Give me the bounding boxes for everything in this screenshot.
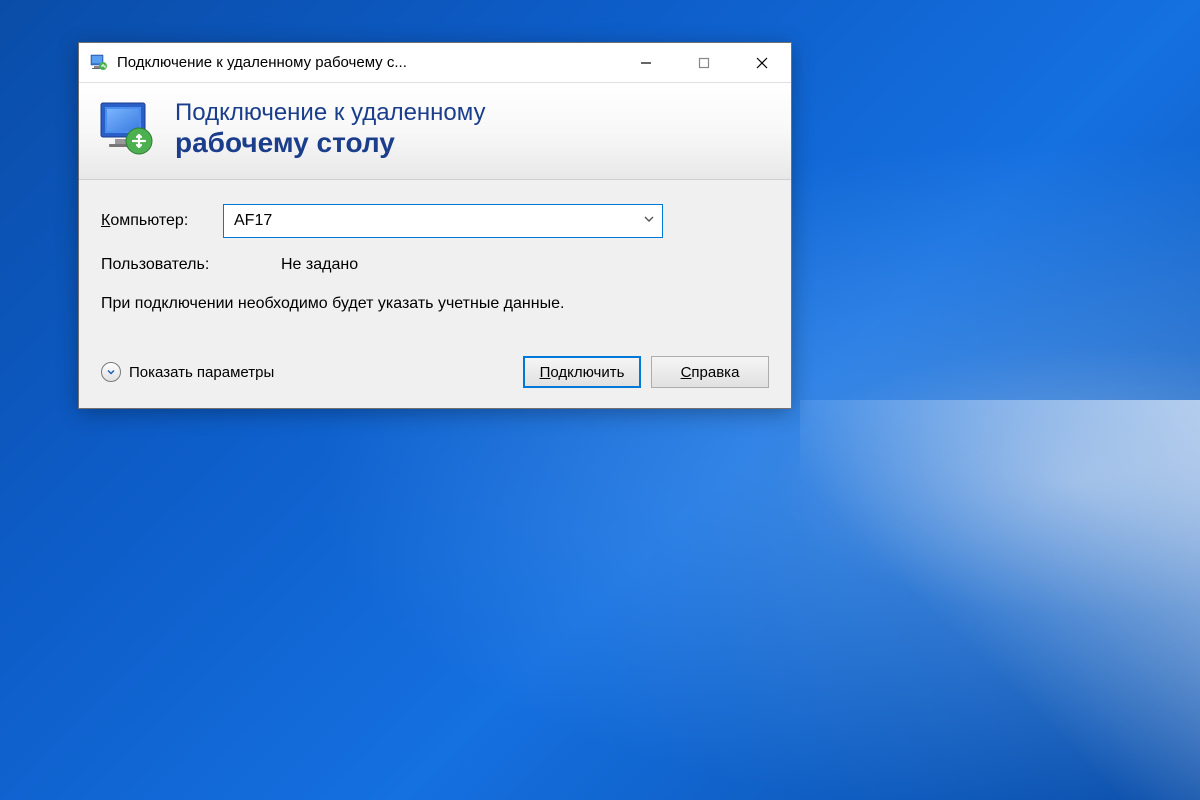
- user-label: Пользователь:: [101, 256, 281, 274]
- computer-input[interactable]: [223, 204, 663, 238]
- show-options-toggle[interactable]: Показать параметры: [101, 362, 274, 382]
- minimize-button[interactable]: [617, 43, 675, 82]
- window-title: Подключение к удаленному рабочему с...: [117, 54, 617, 71]
- app-icon: [89, 53, 109, 73]
- desktop-background-light2: [800, 400, 1200, 800]
- computer-label: Компьютер:: [101, 212, 211, 230]
- connect-button[interactable]: Подключить: [523, 356, 641, 388]
- user-value: Не задано: [281, 256, 358, 274]
- header-text: Подключение к удаленному рабочему столу: [175, 99, 486, 159]
- header-title-line1: Подключение к удаленному: [175, 99, 486, 127]
- computer-row: Компьютер:: [101, 204, 769, 238]
- show-options-label: Показать параметры: [129, 364, 274, 381]
- credentials-info-text: При подключении необходимо будет указать…: [101, 292, 769, 316]
- footer-section: Показать параметры Подключить Справка: [79, 356, 791, 408]
- window-controls: [617, 43, 791, 82]
- footer-buttons: Подключить Справка: [523, 356, 769, 388]
- help-button[interactable]: Справка: [651, 356, 769, 388]
- body-section: Компьютер: Пользователь: Не задано При п…: [79, 180, 791, 356]
- header-title-line2: рабочему столу: [175, 127, 486, 159]
- maximize-button[interactable]: [675, 43, 733, 82]
- header-section: Подключение к удаленному рабочему столу: [79, 83, 791, 180]
- rdp-window: Подключение к удаленному рабочему с...: [78, 42, 792, 409]
- rdp-monitor-icon: [95, 97, 159, 161]
- close-button[interactable]: [733, 43, 791, 82]
- titlebar[interactable]: Подключение к удаленному рабочему с...: [79, 43, 791, 83]
- user-row: Пользователь: Не задано: [101, 256, 769, 274]
- chevron-down-circle-icon: [101, 362, 121, 382]
- computer-combobox[interactable]: [223, 204, 663, 238]
